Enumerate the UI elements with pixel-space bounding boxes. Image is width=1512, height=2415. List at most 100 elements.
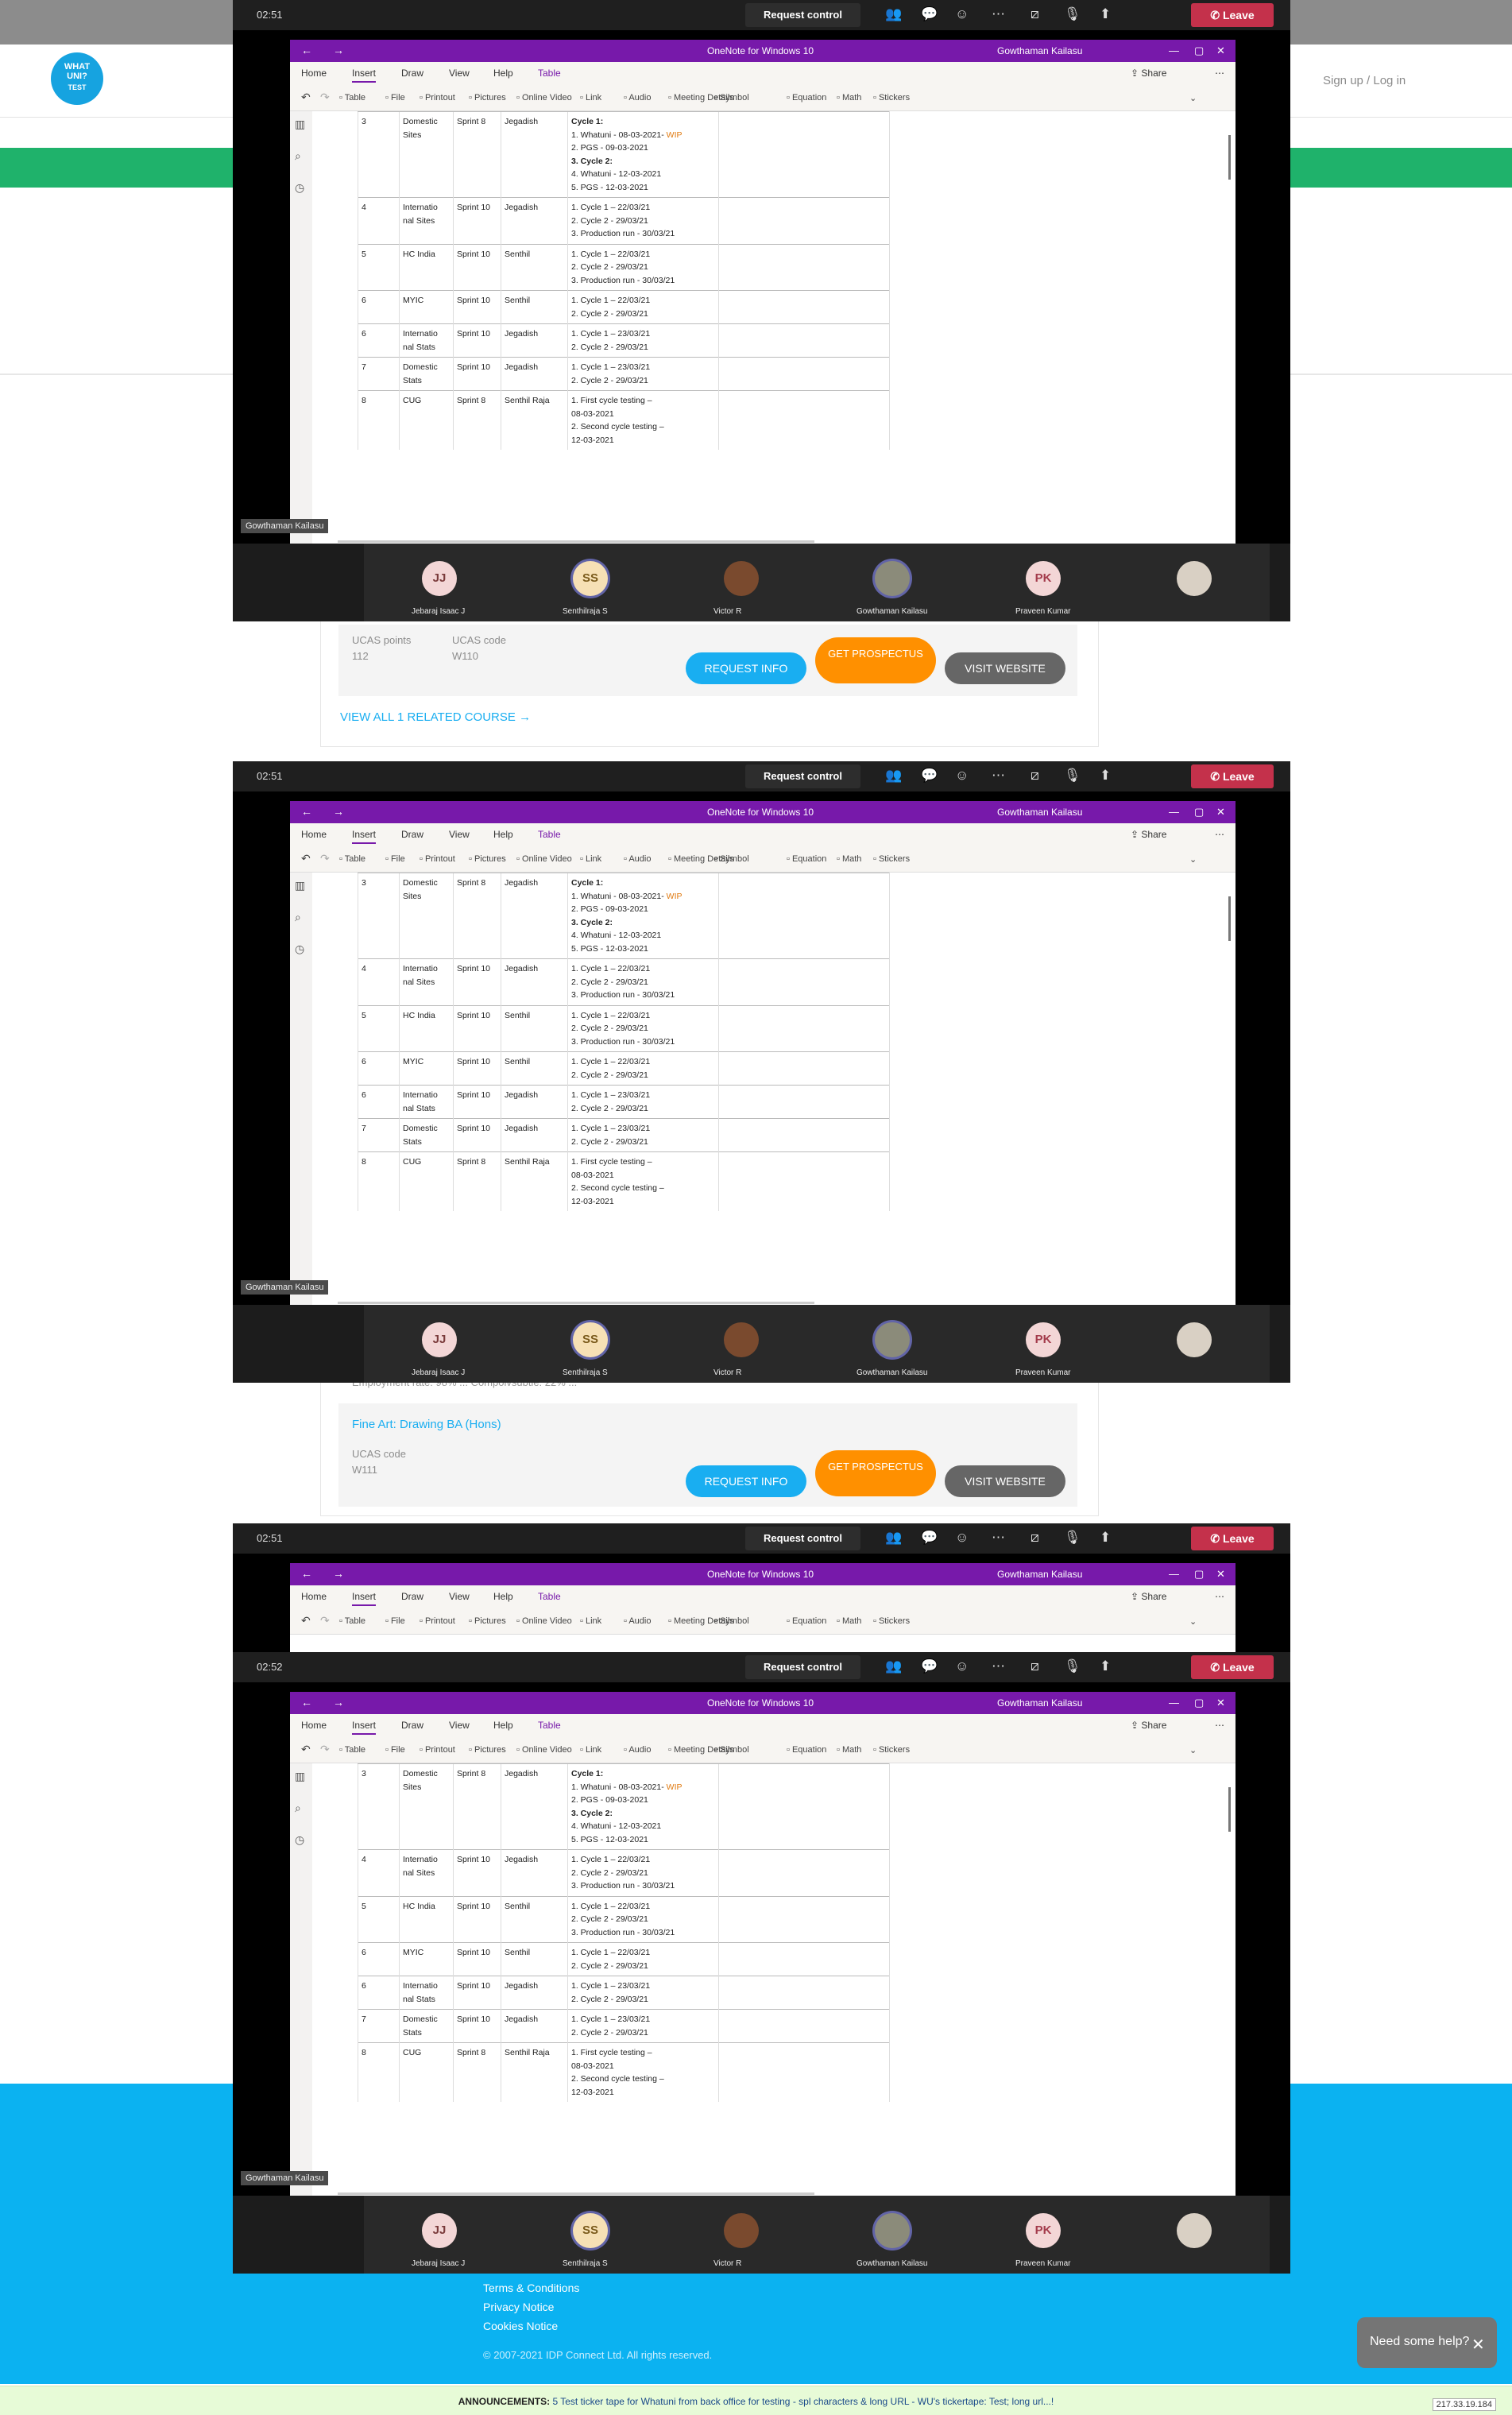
ribbon-equation[interactable]: ▫ Equation [787, 854, 826, 864]
vertical-scrollbar[interactable] [1228, 1787, 1231, 1832]
share-button[interactable]: ⇪ Share [1131, 1720, 1166, 1731]
horizontal-scrollbar[interactable] [338, 2192, 814, 2195]
minimize-icon[interactable]: — [1169, 45, 1179, 56]
request-control-button[interactable]: Request control [745, 1527, 860, 1550]
camera-off-icon[interactable]: ⧄ [1031, 1530, 1039, 1546]
chat-icon[interactable]: 💬 [921, 768, 938, 784]
ribbon-math[interactable]: ▫ Math [837, 1616, 861, 1626]
notebooks-icon[interactable]: ▥ [295, 1770, 305, 1783]
forward-arrow-icon[interactable]: → [333, 44, 344, 56]
undo-icon[interactable]: ↶ [301, 852, 311, 865]
visit-website-button[interactable]: VISIT WEBSITE [945, 652, 1065, 684]
tab-view[interactable]: View [449, 1720, 470, 1731]
minimize-icon[interactable]: — [1169, 806, 1179, 818]
request-control-button[interactable]: Request control [745, 3, 860, 27]
leave-button[interactable]: ✆ Leave [1191, 3, 1274, 27]
view-all-courses-link[interactable]: VIEW ALL 1 RELATED COURSE → [340, 710, 531, 724]
ribbon-online-video[interactable]: ▫ Online Video [516, 854, 572, 864]
undo-icon[interactable]: ↶ [301, 1614, 311, 1627]
tab-home[interactable]: Home [301, 1591, 327, 1602]
tab-view[interactable]: View [449, 1591, 470, 1602]
ribbon-symbol[interactable]: ▫ Symbol [714, 1616, 749, 1626]
chat-icon[interactable]: 💬 [921, 6, 938, 22]
people-icon[interactable]: 👥 [885, 1530, 902, 1546]
back-arrow-icon[interactable]: ← [301, 1567, 312, 1580]
redo-icon[interactable]: ↷ [320, 91, 330, 104]
ribbon-math[interactable]: ▫ Math [837, 93, 861, 103]
terms-link[interactable]: Terms & Conditions [483, 2281, 579, 2294]
search-icon[interactable]: ⌕ [295, 149, 301, 163]
ribbon-equation[interactable]: ▫ Equation [787, 93, 826, 103]
tab-table[interactable]: Table [538, 1591, 561, 1602]
share-button[interactable]: ⇪ Share [1131, 1591, 1166, 1602]
ribbon-table[interactable]: ▫ Table [339, 1745, 365, 1755]
request-control-button[interactable]: Request control [745, 764, 860, 788]
ribbon-printout[interactable]: ▫ Printout [420, 93, 455, 103]
request-info-button[interactable]: REQUEST INFO [686, 1465, 806, 1497]
search-icon[interactable]: ⌕ [295, 911, 301, 924]
maximize-icon[interactable]: ▢ [1194, 1697, 1204, 1709]
horizontal-scrollbar[interactable] [338, 540, 814, 543]
ribbon-file[interactable]: ▫ File [385, 1616, 405, 1626]
chevron-down-icon[interactable]: ⌄ [1189, 1616, 1197, 1627]
more-icon[interactable]: ⋯ [992, 1530, 1005, 1546]
ribbon-audio[interactable]: ▫ Audio [624, 854, 651, 864]
ribbon-math[interactable]: ▫ Math [837, 854, 861, 864]
forward-arrow-icon[interactable]: → [333, 1567, 344, 1580]
ribbon-online-video[interactable]: ▫ Online Video [516, 1616, 572, 1626]
forward-arrow-icon[interactable]: → [333, 1696, 344, 1709]
reactions-icon[interactable]: ☺ [955, 6, 969, 22]
undo-icon[interactable]: ↶ [301, 91, 311, 104]
leave-button[interactable]: ✆ Leave [1191, 1655, 1274, 1679]
vertical-scrollbar[interactable] [1228, 135, 1231, 180]
tab-home[interactable]: Home [301, 829, 327, 840]
chevron-down-icon[interactable]: ⌄ [1189, 1745, 1197, 1755]
mic-icon[interactable]: 🎙 [1064, 1658, 1081, 1674]
ribbon-table[interactable]: ▫ Table [339, 854, 365, 864]
share-button[interactable]: ⇪ Share [1131, 829, 1166, 840]
ribbon-stickers[interactable]: ▫ Stickers [873, 1745, 910, 1755]
redo-icon[interactable]: ↷ [320, 852, 330, 865]
ribbon-file[interactable]: ▫ File [385, 854, 405, 864]
ribbon-symbol[interactable]: ▫ Symbol [714, 93, 749, 103]
ribbon-symbol[interactable]: ▫ Symbol [714, 1745, 749, 1755]
visit-website-button[interactable]: VISIT WEBSITE [945, 1465, 1065, 1497]
tab-home[interactable]: Home [301, 68, 327, 79]
more-icon[interactable]: ⋯ [1215, 1720, 1224, 1731]
mic-icon[interactable]: 🎙 [1064, 6, 1081, 22]
leave-button[interactable]: ✆ Leave [1191, 1527, 1274, 1550]
site-logo[interactable]: WHAT UNI? TEST [51, 52, 103, 105]
ribbon-audio[interactable]: ▫ Audio [624, 93, 651, 103]
reactions-icon[interactable]: ☺ [955, 768, 969, 784]
tab-insert[interactable]: Insert [352, 1591, 377, 1606]
chat-icon[interactable]: 💬 [921, 1658, 938, 1674]
tab-help[interactable]: Help [493, 68, 513, 79]
close-icon[interactable]: ✕ [1471, 2335, 1485, 2355]
share-tray-icon[interactable]: ⬆ [1100, 6, 1111, 22]
forward-arrow-icon[interactable]: → [333, 805, 344, 818]
share-tray-icon[interactable]: ⬆ [1100, 1530, 1111, 1546]
chevron-down-icon[interactable]: ⌄ [1189, 854, 1197, 865]
tab-draw[interactable]: Draw [401, 68, 423, 79]
ribbon-printout[interactable]: ▫ Printout [420, 1616, 455, 1626]
close-icon[interactable]: ✕ [1216, 1568, 1225, 1581]
camera-off-icon[interactable]: ⧄ [1031, 6, 1039, 22]
mic-icon[interactable]: 🎙 [1064, 1530, 1081, 1546]
share-tray-icon[interactable]: ⬆ [1100, 768, 1111, 784]
more-icon[interactable]: ⋯ [1215, 1591, 1224, 1602]
camera-off-icon[interactable]: ⧄ [1031, 768, 1039, 784]
recent-icon[interactable]: ◷ [295, 181, 304, 195]
ribbon-link[interactable]: ▫ Link [580, 854, 601, 864]
ribbon-pictures[interactable]: ▫ Pictures [469, 93, 506, 103]
tab-draw[interactable]: Draw [401, 1591, 423, 1602]
share-tray-icon[interactable]: ⬆ [1100, 1658, 1111, 1674]
request-control-button[interactable]: Request control [745, 1655, 860, 1679]
chat-icon[interactable]: 💬 [921, 1530, 938, 1546]
tab-home[interactable]: Home [301, 1720, 327, 1731]
recent-icon[interactable]: ◷ [295, 1833, 304, 1847]
more-icon[interactable]: ⋯ [992, 1658, 1005, 1674]
people-icon[interactable]: 👥 [885, 1658, 902, 1674]
recent-icon[interactable]: ◷ [295, 942, 304, 956]
notebooks-icon[interactable]: ▥ [295, 879, 305, 892]
ribbon-table[interactable]: ▫ Table [339, 93, 365, 103]
